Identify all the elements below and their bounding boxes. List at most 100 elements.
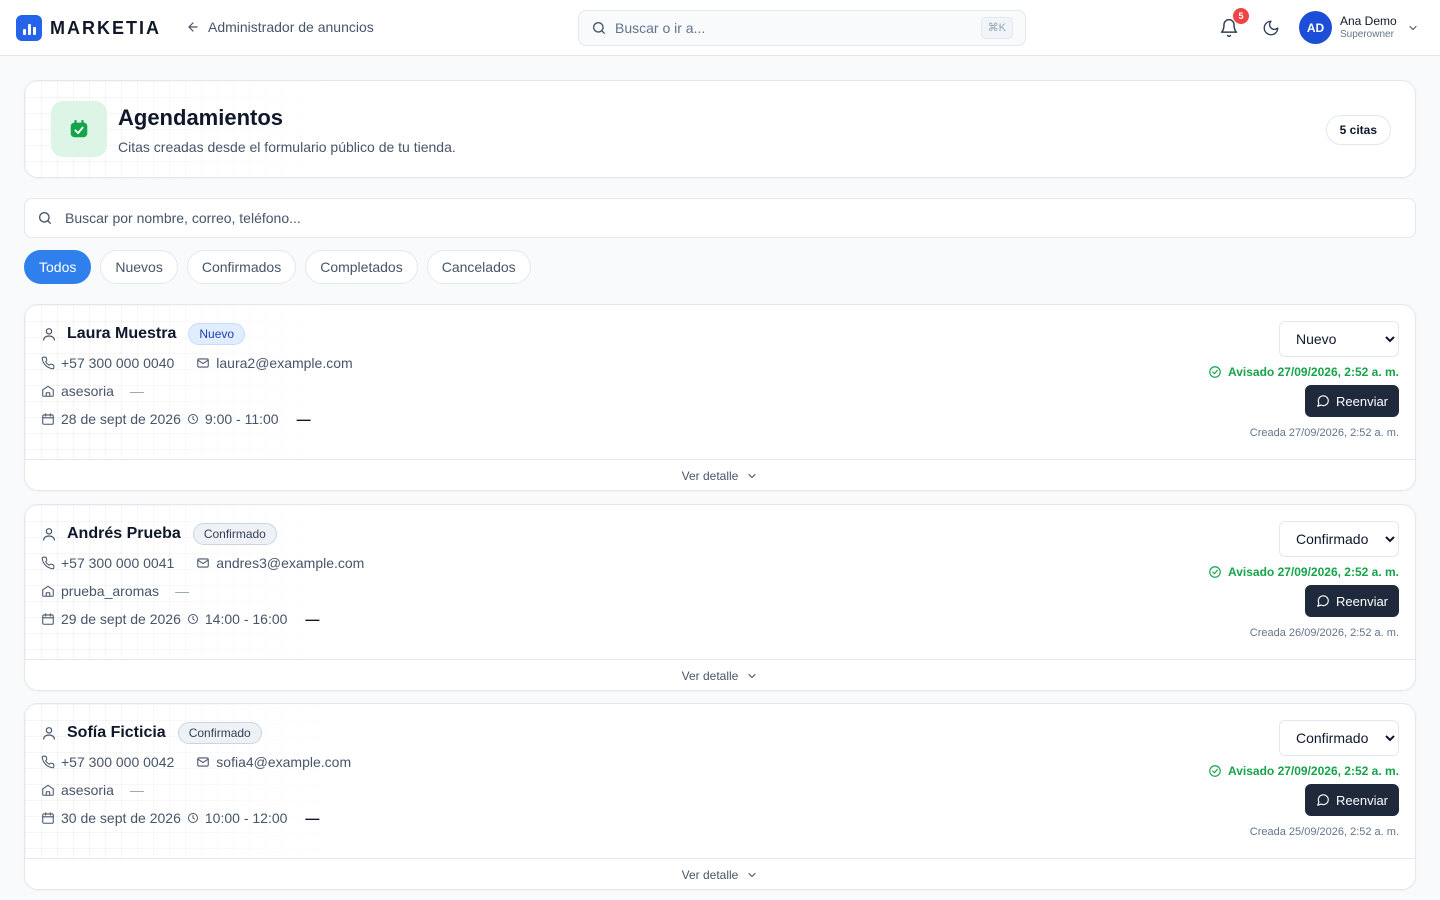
status-select[interactable]: NuevoConfirmadoCompletadoCancelado xyxy=(1279,521,1399,557)
message-circle-icon xyxy=(1316,594,1330,608)
customer-phone: +57 300 000 0040 xyxy=(61,355,175,371)
view-detail-label: Ver detalle xyxy=(681,469,739,483)
notified-label: Avisado 27/09/2026, 2:52 a. m. xyxy=(1228,764,1399,778)
clock-icon xyxy=(187,413,199,425)
clock-icon xyxy=(187,613,199,625)
resend-label: Reenviar xyxy=(1335,393,1389,409)
notification-count-badge: 5 xyxy=(1233,8,1249,24)
resend-button[interactable]: Reenviar xyxy=(1305,385,1399,417)
store-icon xyxy=(41,384,55,398)
global-search-input[interactable] xyxy=(615,20,973,36)
chevron-down-icon xyxy=(746,470,758,482)
customer-name: Sofía Ficticia xyxy=(67,724,166,741)
appointments-search-input[interactable] xyxy=(65,210,1403,226)
phone-icon xyxy=(41,556,55,570)
notified-label: Avisado 27/09/2026, 2:52 a. m. xyxy=(1228,565,1399,579)
bar-chart-icon xyxy=(16,15,42,41)
view-detail-toggle[interactable]: Ver detalle xyxy=(25,459,1415,490)
clock-icon xyxy=(187,812,199,824)
back-to-ads-link[interactable]: Administrador de anuncios xyxy=(186,19,374,35)
view-detail-toggle[interactable]: Ver detalle xyxy=(25,858,1415,889)
customer-name: Andrés Prueba xyxy=(67,525,181,542)
customer-email: andres3@example.com xyxy=(216,555,365,571)
user-role: Superowner xyxy=(1340,28,1394,40)
calendar-check-icon xyxy=(51,101,107,157)
calendar-icon xyxy=(41,612,55,626)
customer-phone: +57 300 000 0041 xyxy=(61,555,175,571)
theme-toggle[interactable] xyxy=(1262,19,1280,37)
user-name: Ana Demo xyxy=(1340,13,1397,28)
customer-phone: +57 300 000 0042 xyxy=(61,754,175,770)
appointment-time: 10:00 - 12:00 xyxy=(204,810,288,826)
chevron-down-icon xyxy=(746,670,758,682)
store-icon xyxy=(41,584,55,598)
check-circle-icon xyxy=(1208,365,1222,379)
page-subtitle: Citas creadas desde el formulario públic… xyxy=(118,139,456,155)
check-circle-icon xyxy=(1208,764,1222,778)
global-search[interactable]: ⌘K xyxy=(578,10,1026,46)
view-detail-label: Ver detalle xyxy=(681,868,739,882)
brand-logo[interactable]: MARKETIA xyxy=(16,15,161,41)
view-detail-label: Ver detalle xyxy=(681,669,739,683)
mail-icon xyxy=(196,556,210,570)
top-bar: MARKETIA Administrador de anuncios ⌘K 5 … xyxy=(0,0,1440,56)
appointment-card: Sofía Ficticia Confirmado +57 300 000 00… xyxy=(24,703,1416,890)
notified-status: Avisado 27/09/2026, 2:52 a. m. xyxy=(1208,365,1399,379)
arrow-left-icon xyxy=(186,20,200,34)
status-badge: Nuevo xyxy=(188,323,246,345)
status-badge: Confirmado xyxy=(177,722,262,744)
status-select[interactable]: NuevoConfirmadoCompletadoCancelado xyxy=(1279,720,1399,756)
service-extra: — xyxy=(129,383,144,399)
search-icon xyxy=(37,210,53,226)
tab-completados[interactable]: Completados xyxy=(305,250,418,284)
page-header-card: Agendamientos Citas creadas desde el for… xyxy=(24,80,1416,178)
appointment-card: Laura Muestra Nuevo +57 300 000 0040 lau… xyxy=(24,304,1416,491)
status-select[interactable]: NuevoConfirmadoCompletadoCancelado xyxy=(1279,321,1399,357)
mail-icon xyxy=(196,356,210,370)
appointment-time: 9:00 - 11:00 xyxy=(204,411,279,427)
moon-icon xyxy=(1262,19,1280,37)
message-circle-icon xyxy=(1316,793,1330,807)
resend-button[interactable]: Reenviar xyxy=(1305,585,1399,617)
user-icon xyxy=(41,326,57,342)
created-at: Creada 27/09/2026, 2:52 a. m. xyxy=(1249,427,1399,439)
appointments-search[interactable] xyxy=(24,198,1416,238)
back-link-label: Administrador de anuncios xyxy=(208,19,374,35)
service-name: prueba_aromas xyxy=(61,583,160,599)
service-name: asesoria xyxy=(61,383,114,399)
notified-status: Avisado 27/09/2026, 2:52 a. m. xyxy=(1208,565,1399,579)
store-icon xyxy=(41,783,55,797)
shortcut-hint: ⌘K xyxy=(980,17,1013,39)
avatar: AD xyxy=(1299,11,1332,44)
phone-icon xyxy=(41,356,55,370)
service-extra: — xyxy=(175,583,190,599)
resend-button[interactable]: Reenviar xyxy=(1305,784,1399,816)
view-detail-toggle[interactable]: Ver detalle xyxy=(25,659,1415,690)
search-icon xyxy=(591,20,607,36)
tab-confirmados[interactable]: Confirmados xyxy=(186,250,297,284)
tab-nuevos[interactable]: Nuevos xyxy=(100,250,178,284)
status-badge: Confirmado xyxy=(192,523,277,545)
customer-name: Laura Muestra xyxy=(67,325,177,342)
time-extra: — xyxy=(305,611,320,627)
tab-todos[interactable]: Todos xyxy=(24,250,92,284)
service-extra: — xyxy=(129,782,144,798)
appointments-count-badge: 5 citas xyxy=(1325,115,1391,145)
service-name: asesoria xyxy=(61,782,114,798)
created-at: Creada 25/09/2026, 2:52 a. m. xyxy=(1249,826,1399,838)
appointment-date: 29 de sept de 2026 xyxy=(61,611,181,627)
chevron-down-icon xyxy=(1407,22,1419,34)
appointment-date: 28 de sept de 2026 xyxy=(61,411,181,427)
time-extra: — xyxy=(296,411,311,427)
chevron-down-icon xyxy=(746,869,758,881)
message-circle-icon xyxy=(1316,394,1330,408)
notifications-button[interactable]: 5 xyxy=(1219,8,1249,38)
user-icon xyxy=(41,526,57,542)
resend-label: Reenviar xyxy=(1335,593,1389,609)
user-menu[interactable]: AD Ana Demo Superowner xyxy=(1299,11,1419,44)
appointment-time: 14:00 - 16:00 xyxy=(204,611,288,627)
brand-name: MARKETIA xyxy=(50,17,161,38)
notified-status: Avisado 27/09/2026, 2:52 a. m. xyxy=(1208,764,1399,778)
customer-email: sofia4@example.com xyxy=(216,754,352,770)
tab-cancelados[interactable]: Cancelados xyxy=(426,250,531,284)
